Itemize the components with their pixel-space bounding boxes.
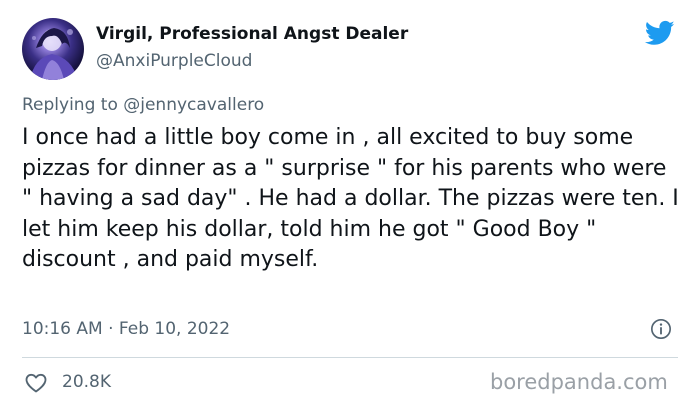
twitter-bird-icon[interactable] [643,18,677,48]
replying-to: Replying to @jennycavallero [22,95,264,115]
avatar-image [30,28,78,80]
avatar[interactable] [22,18,84,80]
replying-prefix: Replying to [22,95,118,115]
tweet-timestamp[interactable]: 10:16 AM · Feb 10, 2022 [22,319,230,339]
display-name[interactable]: Virgil, Professional Angst Dealer [96,24,408,44]
heart-icon[interactable] [24,371,48,395]
tweet-text: I once had a little boy come in , all ex… [22,125,679,272]
reply-mention[interactable]: @jennycavallero [123,95,264,115]
watermark: boredpanda.com [490,370,668,394]
info-icon[interactable] [650,318,672,340]
user-handle[interactable]: @AnxiPurpleCloud [96,51,252,71]
like-count[interactable]: 20.8K [62,372,111,392]
divider [22,357,678,358]
